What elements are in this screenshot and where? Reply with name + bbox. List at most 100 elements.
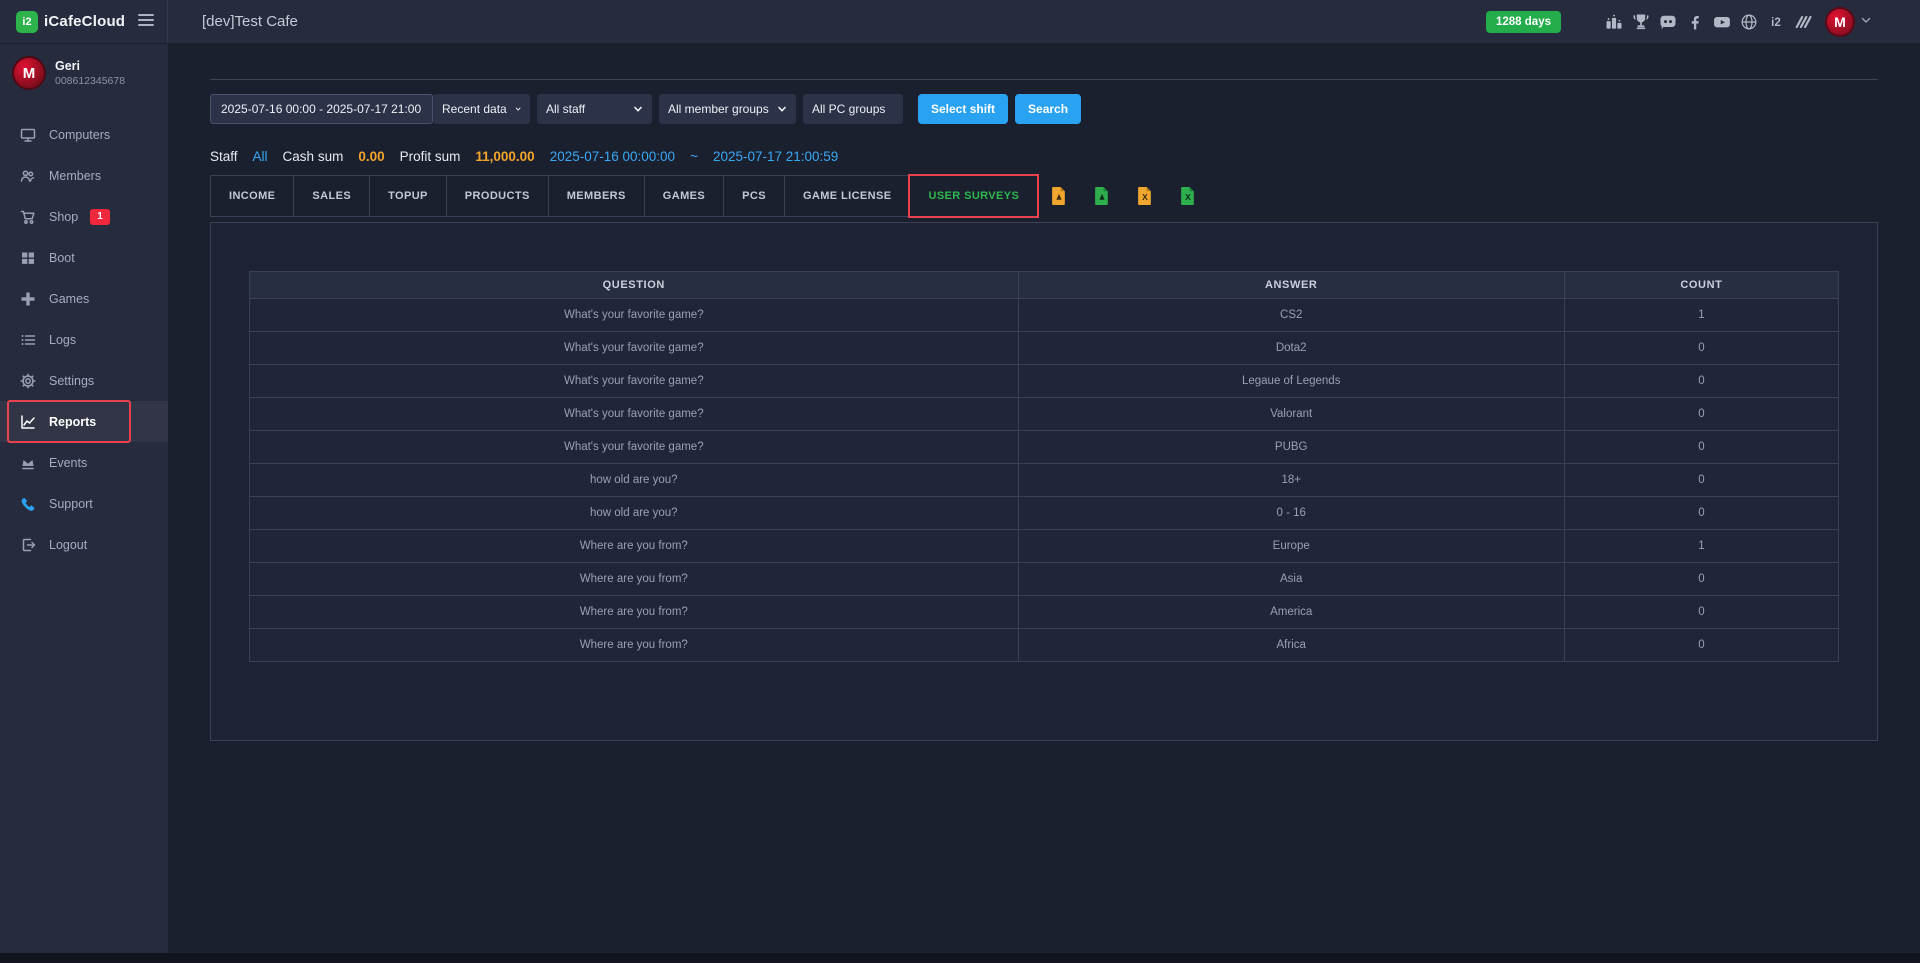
cell-question: What's your favorite game? <box>250 299 1019 331</box>
tab-games[interactable]: GAMES <box>645 176 724 216</box>
staff-select[interactable]: All staff <box>537 94 652 124</box>
cell-question: Where are you from? <box>250 563 1019 595</box>
cell-answer: 0 - 16 <box>1019 497 1565 529</box>
tab-game-license[interactable]: GAME LICENSE <box>785 176 911 216</box>
table-row: Where are you from? Europe 1 <box>250 529 1838 562</box>
cell-count: 0 <box>1565 497 1838 529</box>
user-avatar[interactable]: M <box>1825 7 1855 37</box>
sidebar-item-label: Support <box>49 497 93 511</box>
cell-answer: Dota2 <box>1019 332 1565 364</box>
shop-count-badge: 1 <box>90 209 110 225</box>
table-row: how old are you? 18+ 0 <box>250 463 1838 496</box>
cell-question: Where are you from? <box>250 629 1019 661</box>
facebook-icon[interactable] <box>1685 12 1705 32</box>
trophy-icon[interactable] <box>1631 12 1651 32</box>
sidebar-user-block: M Geri 008612345678 <box>0 44 168 102</box>
user-name: Geri <box>55 59 125 73</box>
sidebar-item-logs[interactable]: Logs <box>0 319 168 360</box>
table-row: Where are you from? Africa 0 <box>250 628 1838 661</box>
table-row: Where are you from? Asia 0 <box>250 562 1838 595</box>
survey-table-body: What's your favorite game? CS2 1 What's … <box>250 298 1838 661</box>
sidebar-item-events[interactable]: Events <box>0 442 168 483</box>
license-days-badge[interactable]: 1288 days <box>1486 11 1561 33</box>
windows-icon <box>20 250 36 266</box>
tab-products[interactable]: PRODUCTS <box>447 176 549 216</box>
chevron-down-icon[interactable] <box>1860 13 1872 31</box>
cash-sum-value: 0.00 <box>358 149 384 164</box>
cell-answer: Legaue of Legends <box>1019 365 1565 397</box>
sidebar-item-support[interactable]: Support <box>0 483 168 524</box>
sidebar-item-computers[interactable]: Computers <box>0 114 168 155</box>
period-end: 2025-07-17 21:00:59 <box>713 149 838 164</box>
select-shift-button[interactable]: Select shift <box>918 94 1008 124</box>
cell-count: 0 <box>1565 596 1838 628</box>
report-tabs-row: INCOME SALES TOPUP PRODUCTS MEMBERS GAME… <box>210 175 1878 217</box>
cell-answer: Valorant <box>1019 398 1565 430</box>
export-excel-green-icon[interactable]: X <box>1181 187 1195 205</box>
member-group-select[interactable]: All member groups <box>659 94 796 124</box>
cell-answer: Asia <box>1019 563 1565 595</box>
period-tilde: ~ <box>690 149 698 164</box>
export-buttons: X X <box>1052 187 1224 205</box>
pc-group-select[interactable]: All PC groups <box>803 94 903 124</box>
tab-user-surveys[interactable]: USER SURVEYS <box>910 176 1037 216</box>
topbar-right-group: 1288 days <box>1486 7 1920 37</box>
main-content: Recent data All staff All member groups … <box>168 44 1920 953</box>
table-row: What's your favorite game? Legaue of Leg… <box>250 364 1838 397</box>
icafecloud-icon[interactable]: i2 <box>1766 12 1786 32</box>
sidebar-item-shop[interactable]: Shop 1 <box>0 196 168 237</box>
cafe-title: [dev]Test Cafe <box>202 13 298 30</box>
ranking-icon[interactable] <box>1604 12 1624 32</box>
chevron-down-icon <box>633 104 643 114</box>
discord-icon[interactable] <box>1658 12 1678 32</box>
tab-income[interactable]: INCOME <box>211 176 294 216</box>
tab-sales[interactable]: SALES <box>294 176 370 216</box>
tab-members[interactable]: MEMBERS <box>549 176 645 216</box>
sidebar-item-reports[interactable]: Reports <box>0 401 168 442</box>
sidebar-item-games[interactable]: Games <box>0 278 168 319</box>
svg-text:X: X <box>1185 192 1191 202</box>
logout-icon <box>20 537 36 553</box>
search-button[interactable]: Search <box>1015 94 1081 124</box>
computers-icon <box>20 127 36 143</box>
sidebar-item-members[interactable]: Members <box>0 155 168 196</box>
column-header-count: COUNT <box>1565 272 1838 298</box>
sidebar-item-boot[interactable]: Boot <box>0 237 168 278</box>
sidebar-item-logout[interactable]: Logout <box>0 524 168 565</box>
gear-icon <box>20 373 36 389</box>
table-row: What's your favorite game? PUBG 0 <box>250 430 1838 463</box>
summary-row: Staff All Cash sum 0.00 Profit sum 11,00… <box>210 149 1878 164</box>
profit-sum-value: 11,000.00 <box>475 149 534 164</box>
list-icon <box>20 332 36 348</box>
bottom-edge-strip <box>0 953 1920 963</box>
sidebar-nav: Computers Members Shop 1 Boot Games <box>0 114 168 565</box>
cell-count: 0 <box>1565 398 1838 430</box>
cell-answer: PUBG <box>1019 431 1565 463</box>
staff-value[interactable]: All <box>253 149 268 164</box>
survey-table: QUESTION ANSWER COUNT What's your favori… <box>249 271 1839 662</box>
layers-icon[interactable] <box>1793 12 1813 32</box>
tab-topup[interactable]: TOPUP <box>370 176 447 216</box>
sidebar-item-label: Shop <box>49 210 78 224</box>
cell-question: Where are you from? <box>250 596 1019 628</box>
icafecloud-logo-icon: i2 <box>16 11 38 33</box>
sidebar: M Geri 008612345678 Computers Members Sh… <box>0 44 168 953</box>
tab-pcs[interactable]: PCS <box>724 176 785 216</box>
sidebar-avatar[interactable]: M <box>12 56 46 90</box>
cell-answer: Europe <box>1019 530 1565 562</box>
sidebar-item-label: Members <box>49 169 101 183</box>
date-range-input[interactable] <box>210 94 433 124</box>
globe-icon[interactable] <box>1739 12 1759 32</box>
export-excel-yellow-icon[interactable]: X <box>1138 187 1152 205</box>
export-pdf-green-icon[interactable] <box>1095 187 1109 205</box>
data-mode-select[interactable]: Recent data <box>433 94 530 124</box>
members-icon <box>20 168 36 184</box>
cell-count: 0 <box>1565 563 1838 595</box>
table-header-row: QUESTION ANSWER COUNT <box>250 272 1838 298</box>
cash-sum-label: Cash sum <box>283 149 344 164</box>
sidebar-item-label: Computers <box>49 128 110 142</box>
hamburger-menu-icon[interactable] <box>138 14 154 28</box>
export-pdf-yellow-icon[interactable] <box>1052 187 1066 205</box>
youtube-icon[interactable] <box>1712 12 1732 32</box>
sidebar-item-settings[interactable]: Settings <box>0 360 168 401</box>
